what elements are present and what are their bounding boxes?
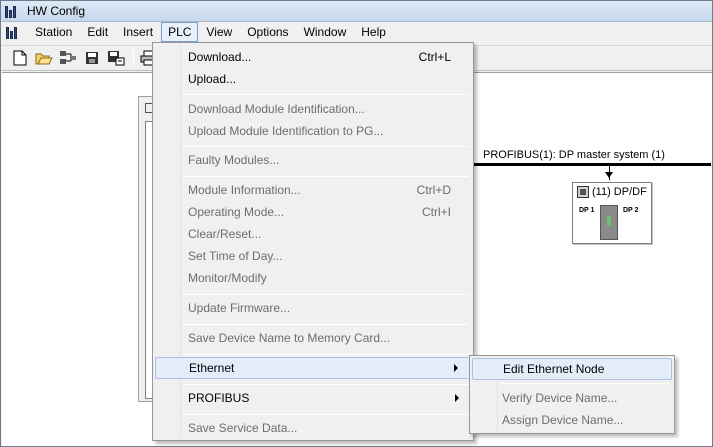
menu-separator xyxy=(183,294,469,295)
network-icon[interactable] xyxy=(59,49,77,67)
menu-separator xyxy=(183,176,469,177)
submenu-item-assign-device-name[interactable]: Assign Device Name... xyxy=(472,409,672,431)
device-port-1: DP 1 xyxy=(579,207,595,214)
new-icon[interactable] xyxy=(11,49,29,67)
menu-item-set-time-of-day[interactable]: Set Time of Day... xyxy=(155,245,471,267)
menu-item-faulty-modules[interactable]: Faulty Modules... xyxy=(155,149,471,171)
menu-item-upload-module-id[interactable]: Upload Module Identification to PG... xyxy=(155,120,471,142)
menu-separator xyxy=(183,414,469,415)
submenu-arrow-icon xyxy=(455,394,459,402)
station-window-icon[interactable] xyxy=(6,25,24,39)
menu-item-save-service-data[interactable]: Save Service Data... xyxy=(155,417,471,439)
toolbar-separator xyxy=(133,49,134,67)
menu-item-upload[interactable]: Upload... xyxy=(155,68,471,90)
menu-separator xyxy=(183,146,469,147)
menu-item-monitor-modify[interactable]: Monitor/Modify xyxy=(155,267,471,289)
menu-item-profibus[interactable]: PROFIBUS xyxy=(155,387,471,409)
menu-item-download-module-id[interactable]: Download Module Identification... xyxy=(155,98,471,120)
menu-plc[interactable]: PLC xyxy=(161,22,199,42)
menu-item-save-device-name[interactable]: Save Device Name to Memory Card... xyxy=(155,327,471,349)
save-icon[interactable] xyxy=(83,49,101,67)
menu-item-download[interactable]: Download... Ctrl+L xyxy=(155,46,471,68)
menu-separator xyxy=(183,94,469,95)
open-icon[interactable] xyxy=(35,49,53,67)
device-title: (11) DP/DF xyxy=(592,186,647,198)
menu-station[interactable]: Station xyxy=(28,22,79,42)
submenu-arrow-icon xyxy=(454,364,458,372)
bus-connector-icon xyxy=(605,172,613,178)
menu-separator xyxy=(183,384,469,385)
device-body-icon xyxy=(600,205,618,240)
hw-config-window: HW Config Station Edit Insert PLC View O… xyxy=(0,0,713,447)
menu-separator xyxy=(183,324,469,325)
menu-bar: Station Edit Insert PLC View Options Win… xyxy=(1,22,712,42)
plc-menu-dropdown: Download... Ctrl+L Upload... Download Mo… xyxy=(152,42,474,441)
submenu-separator xyxy=(500,383,670,384)
dp-device[interactable]: (11) DP/DF DP 1 DP 2 xyxy=(572,182,652,244)
menu-separator xyxy=(183,354,469,355)
menu-view[interactable]: View xyxy=(199,22,239,42)
menu-insert[interactable]: Insert xyxy=(116,22,160,42)
window-title: HW Config xyxy=(27,4,86,18)
submenu-item-edit-ethernet-node[interactable]: Edit Ethernet Node xyxy=(472,358,672,380)
device-icon xyxy=(577,186,589,198)
ethernet-submenu: Edit Ethernet Node Verify Device Name...… xyxy=(469,355,675,434)
menu-item-module-information[interactable]: Module Information... Ctrl+D xyxy=(155,179,471,201)
menu-edit[interactable]: Edit xyxy=(80,22,115,42)
device-port-2: DP 2 xyxy=(623,207,639,214)
menu-window[interactable]: Window xyxy=(297,22,354,42)
menu-item-clear-reset[interactable]: Clear/Reset... xyxy=(155,223,471,245)
menu-item-ethernet[interactable]: Ethernet xyxy=(155,357,471,379)
profibus-line[interactable] xyxy=(471,163,711,166)
menu-item-operating-mode[interactable]: Operating Mode... Ctrl+I xyxy=(155,201,471,223)
submenu-item-verify-device-name[interactable]: Verify Device Name... xyxy=(472,387,672,409)
profibus-label: PROFIBUS(1): DP master system (1) xyxy=(483,149,665,161)
menu-item-update-firmware[interactable]: Update Firmware... xyxy=(155,297,471,319)
hw-config-app-icon xyxy=(5,4,21,18)
menu-options[interactable]: Options xyxy=(240,22,295,42)
menu-help[interactable]: Help xyxy=(354,22,393,42)
device-header: (11) DP/DF xyxy=(577,186,647,198)
save-compile-icon[interactable] xyxy=(107,49,125,67)
title-bar[interactable]: HW Config xyxy=(1,1,712,22)
